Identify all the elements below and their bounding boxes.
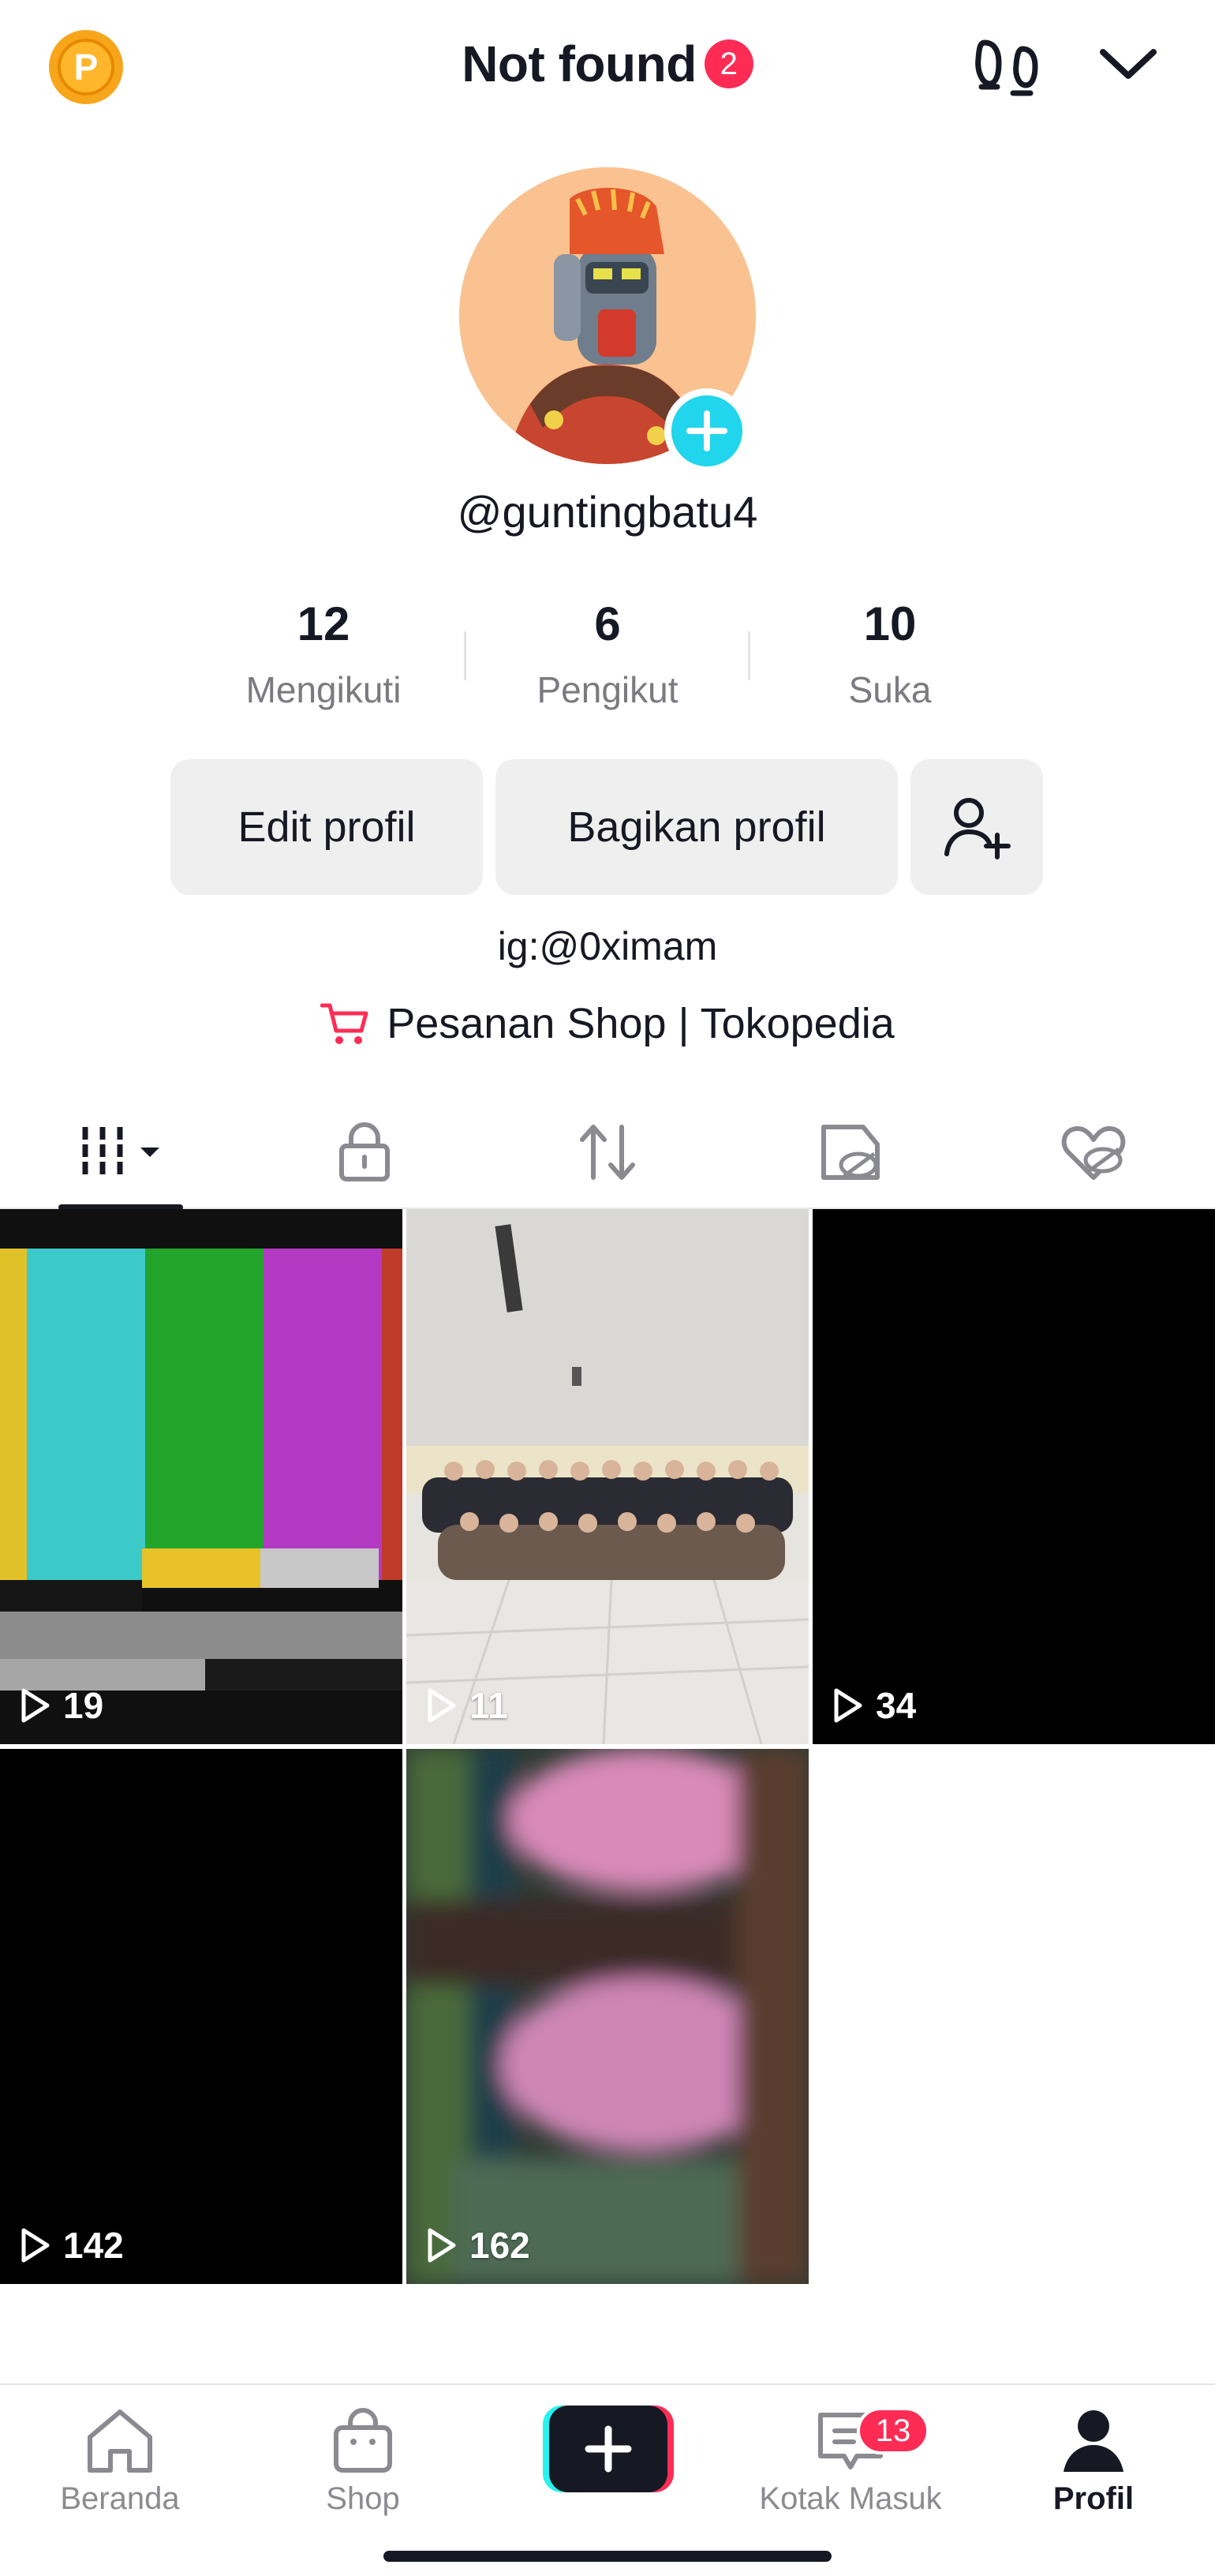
nav-inbox-label: Kotak Masuk [759, 2481, 942, 2516]
stat-following[interactable]: 12 Mengikuti [205, 597, 442, 711]
tab-videos[interactable] [0, 1095, 243, 1211]
nav-profile-label: Profil [1052, 2481, 1135, 2516]
view-count: 162 [425, 2224, 530, 2267]
nav-profile[interactable]: Profil [975, 2406, 1212, 2540]
view-count: 11 [425, 1684, 508, 1727]
nav-home[interactable]: Beranda [2, 2406, 238, 2540]
play-icon [21, 1688, 50, 1723]
plus-icon [686, 410, 727, 451]
edit-profile-button[interactable]: Edit profil [170, 759, 483, 895]
group-photo-image [406, 1209, 809, 1744]
stat-value: 10 [863, 597, 917, 650]
color-bars-image [0, 1209, 402, 1744]
play-icon [21, 2228, 50, 2263]
stat-divider [748, 631, 750, 680]
view-count-value: 34 [876, 1685, 917, 1726]
view-count-value: 19 [63, 1685, 104, 1726]
profile-icon [1064, 2410, 1123, 2472]
stat-label: Suka [848, 669, 932, 710]
share-profile-button[interactable]: Bagikan profil [495, 759, 898, 895]
shopping-bag-icon [334, 2408, 392, 2473]
add-user-icon [944, 798, 1011, 859]
top-bar: P Not found 2 [0, 0, 1215, 134]
play-icon [428, 2228, 456, 2263]
grid-icon [82, 1127, 159, 1178]
profile-stats: 12 Mengikuti 6 Pengikut 10 Suka [0, 597, 1215, 723]
footprint-icon[interactable] [974, 38, 1041, 99]
bottom-navigation: Beranda Shop Kotak Masuk 13 Profil [0, 2383, 1215, 2576]
create-button[interactable] [543, 2406, 674, 2492]
video-thumbnail[interactable]: 19 [0, 1209, 402, 1744]
play-icon [428, 1688, 456, 1723]
view-count-value: 142 [63, 2225, 124, 2266]
blurred-flowers-image [406, 1749, 809, 2284]
stat-divider [464, 631, 466, 680]
video-thumbnail[interactable]: 11 [406, 1209, 809, 1744]
stat-likes[interactable]: 10 Suka [772, 597, 1008, 711]
chevron-down-icon[interactable] [1097, 41, 1160, 88]
tab-reposts[interactable] [486, 1095, 729, 1209]
create-plus-icon [543, 2406, 674, 2492]
add-friend-button[interactable] [910, 759, 1043, 895]
stat-label: Mengikuti [245, 669, 402, 710]
nav-home-label: Beranda [60, 2481, 180, 2516]
inbox-badge: 13 [857, 2407, 929, 2454]
view-count-value: 162 [469, 2225, 530, 2266]
bio-text: ig:@0ximam [497, 924, 718, 968]
tab-private[interactable] [243, 1095, 486, 1209]
stat-label: Pengikut [536, 669, 679, 710]
cart-icon [320, 1003, 368, 1044]
stat-value: 6 [594, 597, 621, 650]
stat-followers[interactable]: 6 Pengikut [489, 597, 726, 711]
view-count: 142 [19, 2224, 124, 2267]
nav-shop[interactable]: Shop [245, 2406, 481, 2540]
page-title: Not found [462, 36, 697, 92]
shop-orders-label: Pesanan Shop | Tokopedia [387, 1000, 895, 1047]
stat-value: 12 [297, 597, 350, 650]
view-count-value: 11 [469, 1685, 508, 1726]
repost-icon [580, 1125, 635, 1180]
shop-orders-link[interactable]: Pesanan Shop | Tokopedia [0, 999, 1215, 1048]
liked-hidden-icon [1061, 1126, 1126, 1180]
nav-inbox[interactable]: Kotak Masuk [732, 2406, 969, 2540]
view-count: 34 [832, 1684, 916, 1727]
home-indicator [383, 2551, 832, 2562]
username: @guntingbatu4 [457, 487, 758, 537]
add-avatar-button[interactable] [664, 388, 750, 474]
nav-shop-label: Shop [326, 2481, 400, 2516]
content-tabs [0, 1095, 1215, 1211]
tab-favorites[interactable] [729, 1095, 972, 1209]
notification-badge: 2 [704, 39, 753, 88]
video-thumbnail[interactable]: 34 [813, 1209, 1215, 1744]
tab-liked[interactable] [972, 1095, 1215, 1209]
video-thumbnail[interactable]: 142 [0, 1749, 402, 2284]
lock-icon [339, 1122, 390, 1181]
play-icon [834, 1688, 862, 1723]
home-icon [88, 2409, 152, 2473]
favorites-hidden-icon [821, 1125, 880, 1180]
video-thumbnail[interactable]: 162 [406, 1749, 809, 2284]
view-count: 19 [19, 1684, 103, 1727]
